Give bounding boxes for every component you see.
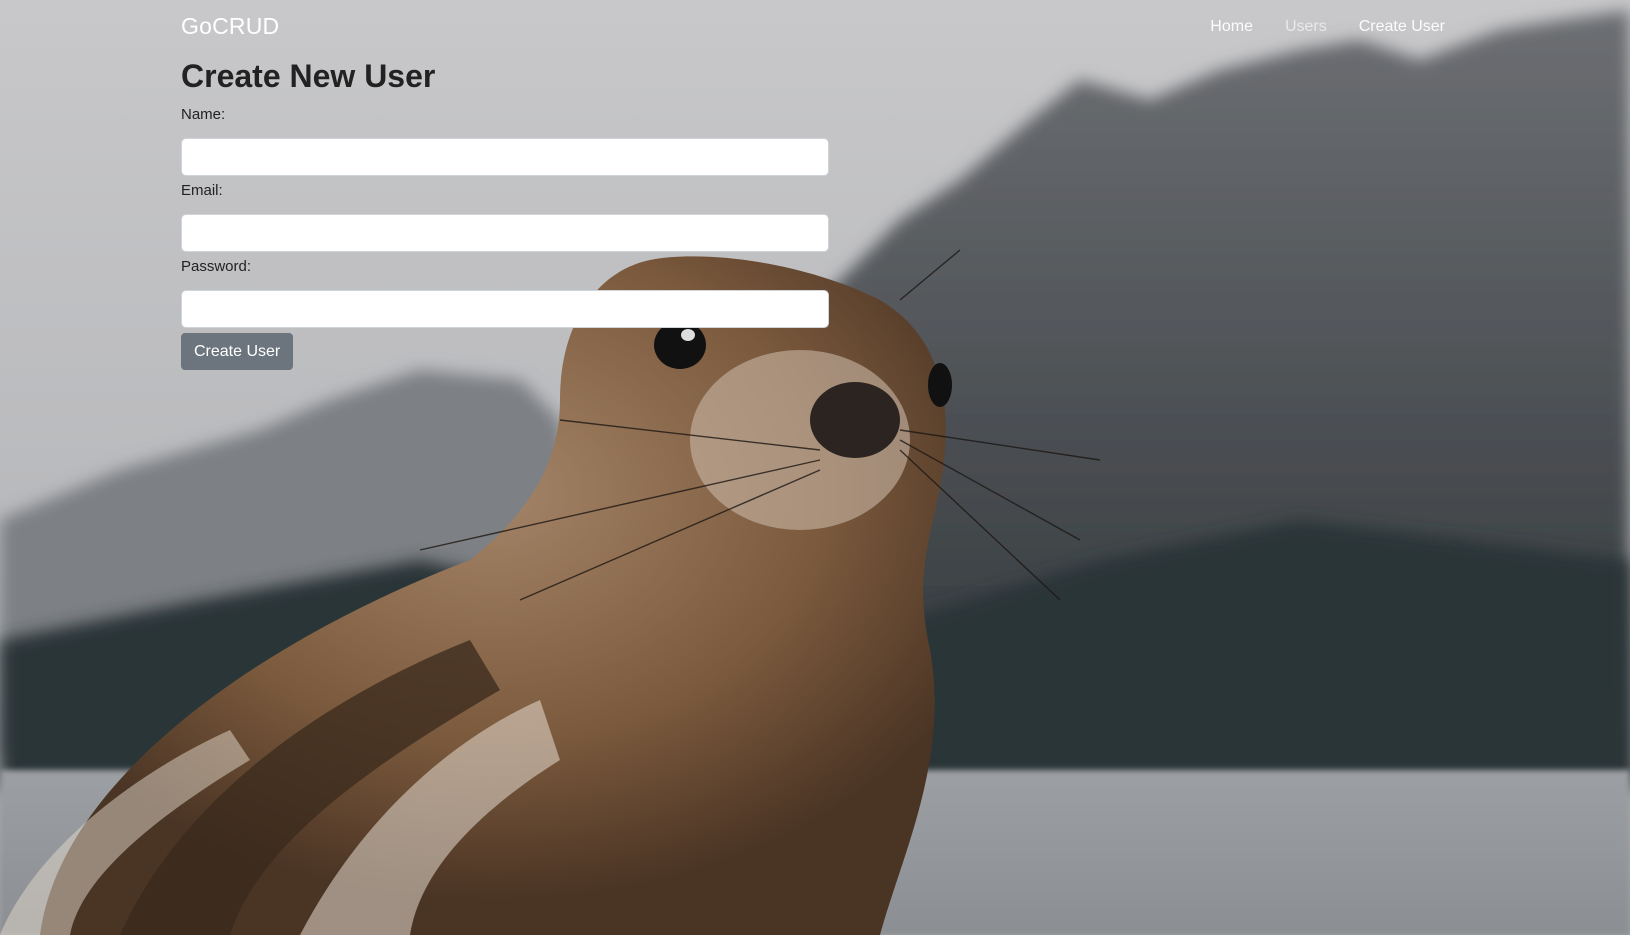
email-input[interactable] — [181, 214, 829, 252]
page-title: Create New User — [181, 58, 436, 94]
name-field-group: Name: — [181, 105, 831, 176]
nav-link-users[interactable]: Users — [1269, 17, 1343, 37]
name-input[interactable] — [181, 138, 829, 176]
navbar: GoCRUD Home Users Create User — [0, 0, 1630, 54]
password-label: Password: — [181, 258, 252, 275]
create-user-button[interactable]: Create User — [181, 333, 294, 370]
nav-link-home[interactable]: Home — [1194, 17, 1269, 37]
email-label: Email: — [181, 182, 223, 199]
password-field-group: Password: — [181, 257, 831, 328]
brand-link[interactable]: GoCRUD — [181, 13, 279, 40]
create-user-form: Create New User Name: Email: Password: C… — [181, 56, 831, 370]
nav-links: Home Users Create User — [1194, 17, 1445, 37]
name-label: Name: — [181, 106, 226, 123]
email-field-group: Email: — [181, 181, 831, 252]
password-input[interactable] — [181, 290, 829, 328]
nav-link-create-user[interactable]: Create User — [1343, 17, 1445, 37]
